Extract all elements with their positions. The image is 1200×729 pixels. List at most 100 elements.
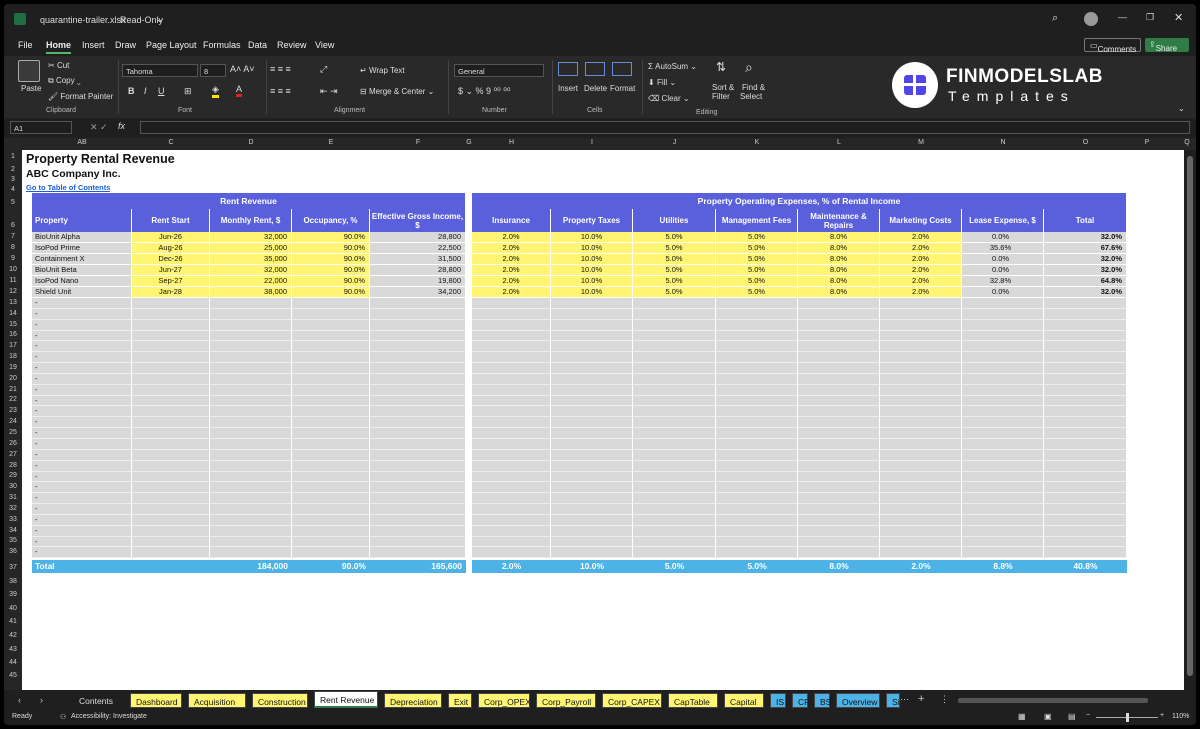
tab-sheet[interactable]: Si: [886, 693, 900, 708]
currency-icon[interactable]: $ ⌄ % 9 ⁰⁰ ⁰⁰: [458, 86, 511, 97]
format-button[interactable]: Format: [610, 84, 635, 93]
search-icon[interactable]: ⌕: [1052, 12, 1058, 25]
column-header[interactable]: H: [472, 139, 551, 146]
select-button[interactable]: Select: [740, 92, 762, 101]
tab-sheet[interactable]: CF: [792, 693, 809, 708]
font-color-icon[interactable]: A: [236, 84, 243, 97]
row-header[interactable]: 22: [4, 396, 22, 403]
row-header[interactable]: 35: [4, 537, 22, 544]
zoom-level[interactable]: 110%: [1172, 713, 1189, 720]
row-header[interactable]: 7: [4, 233, 22, 240]
fx-icon[interactable]: fx: [118, 121, 125, 131]
borders-icon[interactable]: ⊞: [184, 86, 192, 97]
menu-file[interactable]: File: [18, 40, 33, 50]
row-header[interactable]: 41: [4, 618, 22, 625]
page-break-icon[interactable]: ▤: [1068, 712, 1076, 721]
column-header[interactable]: L: [798, 139, 880, 146]
share-button[interactable]: ⇪ Share: [1145, 38, 1189, 53]
add-sheet-icon[interactable]: +: [918, 693, 924, 705]
avatar[interactable]: [1084, 12, 1098, 26]
format-cells-icon[interactable]: [612, 62, 632, 76]
filter-button[interactable]: Filter: [712, 92, 730, 101]
row-header[interactable]: 17: [4, 342, 22, 349]
row-header[interactable]: 8: [4, 244, 22, 251]
row-header[interactable]: 42: [4, 632, 22, 639]
row-header[interactable]: 40: [4, 605, 22, 612]
row-header[interactable]: 10: [4, 266, 22, 273]
tab-sheet[interactable]: Dashboard: [130, 693, 182, 708]
tab-scroll-right-icon[interactable]: ›: [40, 695, 43, 705]
normal-view-icon[interactable]: ▦: [1018, 712, 1026, 721]
tab-sheet[interactable]: Exit: [448, 693, 472, 708]
menu-draw[interactable]: Draw: [115, 40, 136, 50]
row-header[interactable]: 6: [4, 222, 22, 229]
grow-font-icon[interactable]: A˄ A˅: [230, 64, 255, 74]
row-header[interactable]: 44: [4, 659, 22, 666]
row-header[interactable]: 24: [4, 418, 22, 425]
tab-sheet[interactable]: Acquisition: [188, 693, 246, 708]
cut-button[interactable]: ✂ Cut: [48, 61, 69, 70]
column-header[interactable]: M: [880, 139, 962, 146]
column-header[interactable]: Q: [1167, 139, 1196, 146]
tab-sheet[interactable]: Depreciation: [384, 693, 442, 708]
row-header[interactable]: 18: [4, 353, 22, 360]
number-format-select[interactable]: General: [454, 64, 544, 77]
tab-scroll-left-icon[interactable]: ‹: [18, 695, 21, 705]
clipboard-icon[interactable]: [18, 60, 40, 82]
insert-button[interactable]: Insert: [558, 84, 578, 93]
column-header[interactable]: O: [1044, 139, 1127, 146]
find-icon[interactable]: ⌕: [745, 59, 753, 76]
close-icon[interactable]: ✕: [1174, 11, 1183, 24]
worksheet-grid[interactable]: Property Rental Revenue ABC Company Inc.…: [22, 150, 1184, 690]
tab-sheet[interactable]: Corp_CAPEX: [602, 693, 662, 708]
row-header[interactable]: 43: [4, 646, 22, 653]
tab-sheet[interactable]: IS: [770, 693, 786, 708]
merge-center-button[interactable]: ⊟ Merge & Center ⌄: [360, 87, 434, 96]
zoom-thumb[interactable]: [1126, 713, 1129, 722]
tab-sheet[interactable]: Contents: [74, 693, 124, 708]
menu-formulas[interactable]: Formulas: [203, 40, 241, 50]
sort-button[interactable]: Sort &: [712, 83, 734, 92]
row-header[interactable]: 2: [4, 166, 22, 173]
row-header[interactable]: 13: [4, 299, 22, 306]
column-header[interactable]: E: [292, 139, 370, 146]
autosum-button[interactable]: Σ AutoSum ⌄: [648, 62, 697, 71]
row-header[interactable]: 31: [4, 494, 22, 501]
formula-cancel-icon[interactable]: ✕ ✓: [90, 122, 108, 133]
row-header[interactable]: 16: [4, 331, 22, 338]
row-header[interactable]: 3: [4, 176, 22, 183]
row-header[interactable]: 12: [4, 288, 22, 295]
row-header[interactable]: 33: [4, 516, 22, 523]
tab-sheet[interactable]: Corp_Payroll: [536, 693, 596, 708]
row-header[interactable]: 15: [4, 321, 22, 328]
restore-icon[interactable]: ❐: [1146, 12, 1154, 23]
row-header[interactable]: 37: [4, 564, 22, 571]
orientation-icon[interactable]: ⤢: [320, 64, 327, 75]
formula-input[interactable]: [140, 121, 1190, 134]
row-header[interactable]: 19: [4, 364, 22, 371]
tab-sheet[interactable]: Rent Revenue: [314, 691, 378, 708]
row-header[interactable]: 32: [4, 505, 22, 512]
tab-sheet[interactable]: Construction: [252, 693, 308, 708]
find-button[interactable]: Find &: [742, 83, 765, 92]
menu-data[interactable]: Data: [248, 40, 267, 50]
more-tabs-icon[interactable]: ⋯: [900, 694, 909, 705]
column-header[interactable]: AB: [32, 139, 132, 146]
tab-sheet[interactable]: Corp_OPEX: [478, 693, 531, 708]
name-box[interactable]: A1: [10, 121, 72, 134]
page-layout-icon[interactable]: ▣: [1044, 712, 1052, 721]
delete-button[interactable]: Delete: [584, 84, 607, 93]
bold-icon[interactable]: B: [128, 86, 135, 96]
row-header[interactable]: 34: [4, 527, 22, 534]
tab-menu-icon[interactable]: ⋮: [940, 694, 949, 705]
column-header[interactable]: P: [1127, 139, 1167, 146]
row-header[interactable]: 29: [4, 472, 22, 479]
format-painter-button[interactable]: 🖌 Format Painter: [48, 92, 113, 101]
comments-button[interactable]: ▭ Comments: [1084, 38, 1141, 54]
column-header[interactable]: K: [716, 139, 798, 146]
horizontal-scrollbar[interactable]: [958, 698, 1148, 703]
italic-icon[interactable]: I: [144, 86, 147, 96]
column-header[interactable]: C: [132, 139, 210, 146]
row-header[interactable]: 14: [4, 310, 22, 317]
paste-button[interactable]: Paste: [21, 84, 41, 93]
